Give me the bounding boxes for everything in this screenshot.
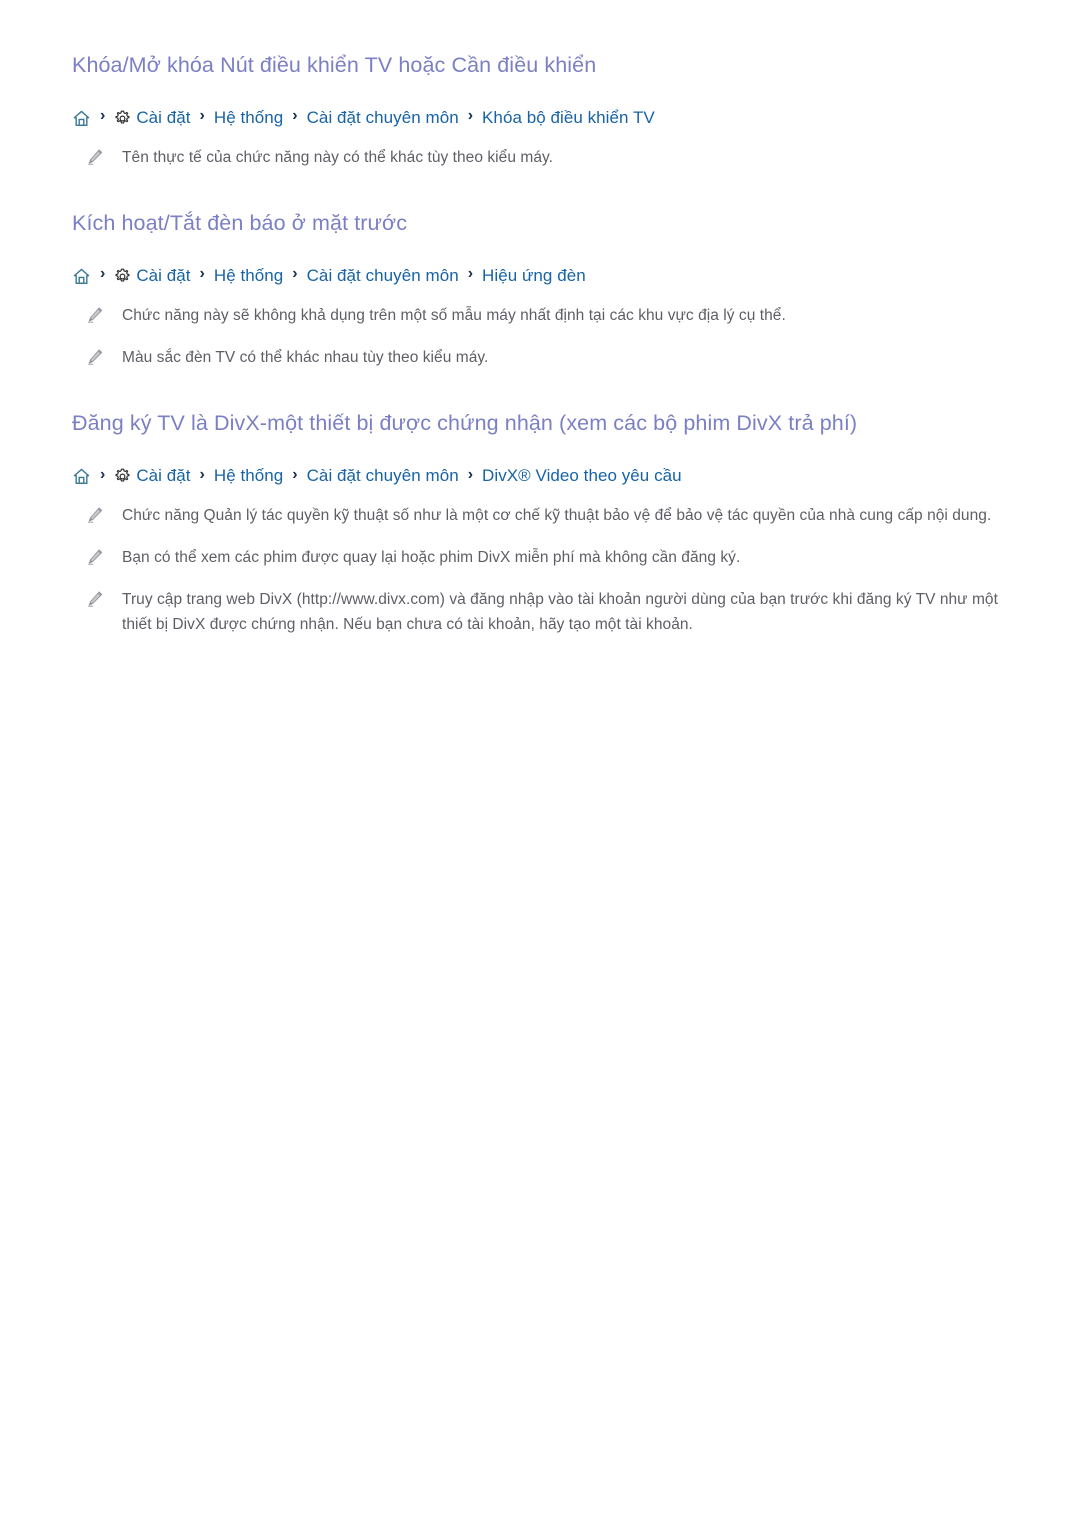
chevron-right-icon: › [199,265,205,283]
home-icon[interactable] [72,267,91,286]
note-text: Màu sắc đèn TV có thể khác nhau tùy theo… [122,349,489,367]
note-text: Chức năng Quản lý tác quyền kỹ thuật số … [122,507,992,525]
gear-icon[interactable] [114,468,131,485]
home-icon[interactable] [72,109,91,128]
pencil-icon [86,306,104,324]
section-divider [72,378,1020,410]
pencil-icon [86,348,104,366]
page-title: Kích hoạt/Tắt đèn báo ở mặt trước [72,211,408,236]
note-item: Truy cập trang web DivX (http://www.divx… [72,587,1020,637]
pencil-icon [86,506,104,524]
breadcrumb-item-system[interactable]: Hệ thống [214,467,283,484]
note-item: Bạn có thể xem các phim được quay lại ho… [72,545,1020,570]
gear-icon[interactable] [114,110,131,127]
breadcrumb-item-system[interactable]: Hệ thống [214,109,283,126]
section-divider [72,178,1020,210]
breadcrumb-item-settings[interactable]: Cài đặt [136,467,190,484]
chevron-right-icon: › [467,265,474,283]
breadcrumb-item-system[interactable]: Hệ thống [214,267,283,284]
chevron-right-icon: › [292,107,298,125]
breadcrumb-item-expert-settings[interactable]: Cài đặt chuyên môn [307,109,459,126]
note-text: Tên thực tế của chức năng này có thể khá… [122,148,554,166]
page-title: Khóa/Mở khóa Nút điều khiển TV hoặc Cần … [72,53,597,77]
breadcrumb[interactable]: › Cài đặt › Hệ thống › Cài đặt chuyên mô… [72,108,1020,127]
chevron-right-icon: › [100,265,106,283]
note-text: Truy cập trang web DivX (http://www.divx… [122,591,998,634]
chevron-right-icon: › [199,465,205,483]
chevron-right-icon: › [199,107,205,125]
note-item: Tên thực tế của chức năng này có thể khá… [72,145,1020,170]
breadcrumb-item-settings[interactable]: Cài đặt [136,109,190,126]
chevron-right-icon: › [467,465,474,483]
pencil-icon [86,590,104,608]
note-item: Màu sắc đèn TV có thể khác nhau tùy theo… [72,345,1020,370]
chevron-right-icon: › [292,265,298,283]
breadcrumb-item-expert-settings[interactable]: Cài đặt chuyên môn [307,267,459,284]
gear-icon[interactable] [114,268,131,285]
breadcrumb-item-leaf[interactable]: Hiệu ứng đèn [482,267,586,284]
chevron-right-icon: › [100,465,106,483]
breadcrumb-item-leaf[interactable]: Khóa bộ điều khiển TV [482,109,655,126]
note-item: Chức năng này sẽ không khả dụng trên một… [72,303,1020,328]
breadcrumb-item-leaf[interactable]: DivX® Video theo yêu cầu [482,467,682,484]
note-text: Chức năng này sẽ không khả dụng trên một… [122,306,786,324]
pencil-icon [86,548,104,566]
document-page: Khóa/Mở khóa Nút điều khiển TV hoặc Cần … [0,0,1080,638]
breadcrumb-item-expert-settings[interactable]: Cài đặt chuyên môn [307,467,459,484]
chevron-right-icon: › [100,107,106,125]
home-icon[interactable] [72,467,91,486]
section-lock-unlock-tv-controller: Khóa/Mở khóa Nút điều khiển TV hoặc Cần … [72,52,1020,170]
breadcrumb[interactable]: › Cài đặt › Hệ thống › Cài đặt chuyên mô… [72,266,1020,285]
breadcrumb[interactable]: › Cài đặt › Hệ thống › Cài đặt chuyên mô… [72,466,1020,485]
section-divx-registration: Đăng ký TV là DivX-một thiết bị được chứ… [72,410,1020,637]
note-text: Bạn có thể xem các phim được quay lại ho… [122,549,741,567]
section-front-indicator-light: Kích hoạt/Tắt đèn báo ở mặt trước › Cài … [72,210,1020,370]
chevron-right-icon: › [292,465,298,483]
chevron-right-icon: › [467,107,474,125]
note-item: Chức năng Quản lý tác quyền kỹ thuật số … [72,503,1020,528]
page-title: Đăng ký TV là DivX-một thiết bị được chứ… [72,411,858,436]
pencil-icon [86,148,104,166]
breadcrumb-item-settings[interactable]: Cài đặt [136,267,190,284]
